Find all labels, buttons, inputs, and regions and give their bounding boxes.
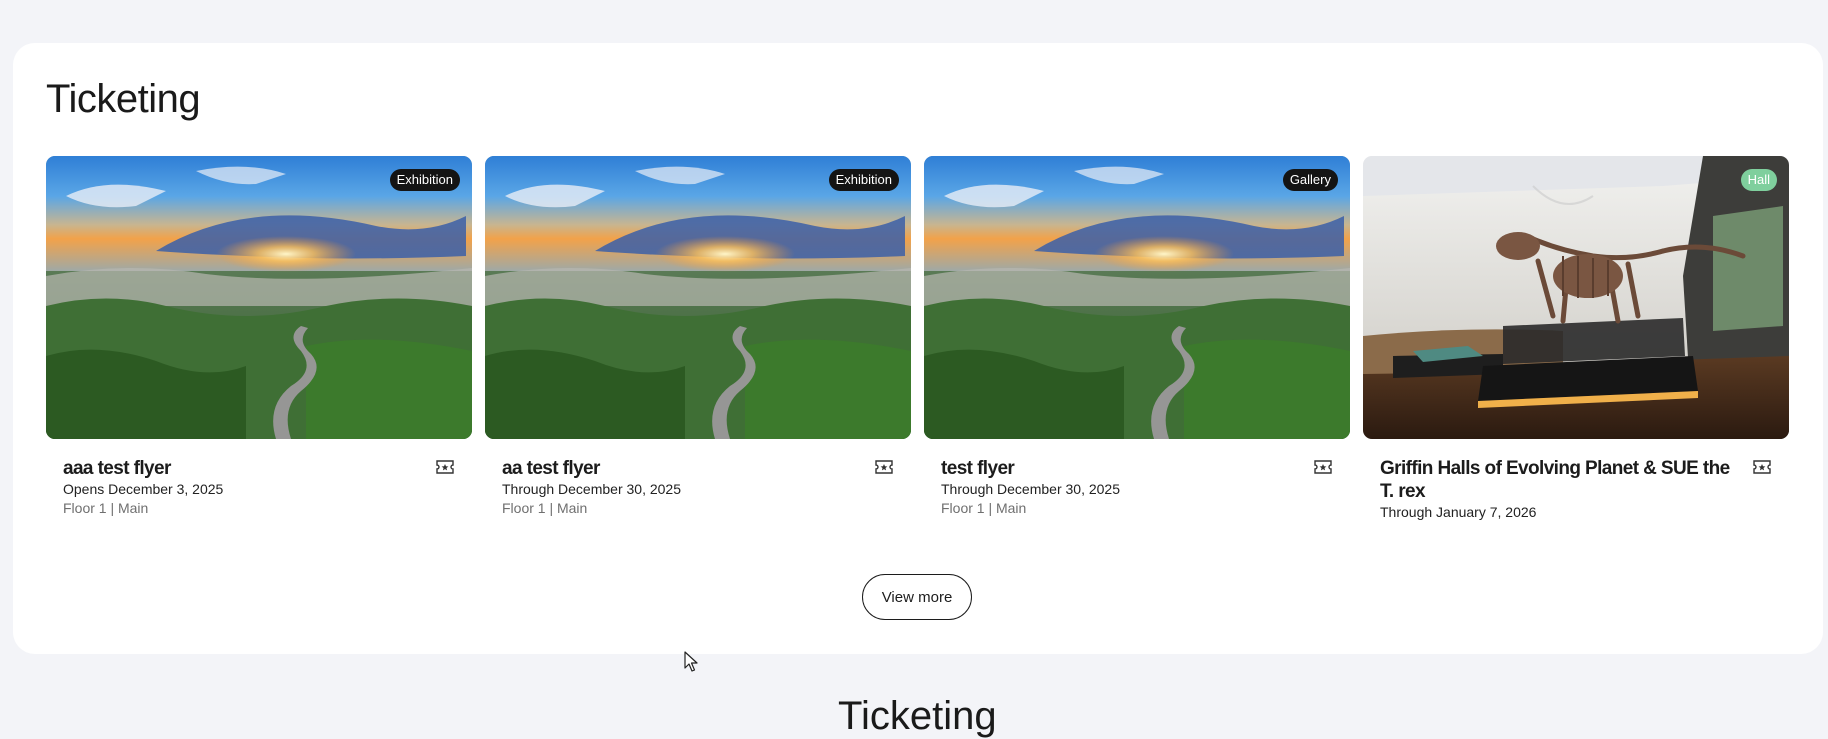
event-title[interactable]: Griffin Halls of Evolving Planet & SUE t… (1380, 457, 1773, 503)
ticket-icon[interactable] (875, 460, 893, 474)
view-more-button[interactable]: View more (862, 574, 972, 620)
event-date: Opens December 3, 2025 (63, 481, 224, 497)
event-tile[interactable]: Exhibition aa test flyer Through Decembe… (485, 156, 911, 516)
event-date: Through January 7, 2026 (1380, 504, 1537, 520)
event-image-sunrise-over-rainforest[interactable]: Exhibition (46, 156, 472, 439)
event-tile[interactable]: Gallery test flyer Through December 30, … (924, 156, 1350, 516)
category-badge: Exhibition (828, 169, 899, 191)
ticketing-section: Ticketing Exhibition aaa test flyer Open… (13, 43, 1823, 654)
category-badge: Gallery (1282, 169, 1338, 191)
event-info: test flyer Through December 30, 2025 Flo… (924, 439, 1350, 518)
event-tile[interactable]: Hall Griffin Halls of Evolving Planet & … (1363, 156, 1789, 520)
section-title: Ticketing (46, 77, 201, 121)
ticket-tiles: Exhibition aaa test flyer Opens December… (46, 156, 1790, 520)
event-location: Floor 1 | Main (941, 500, 1027, 516)
event-title[interactable]: aa test flyer (502, 457, 895, 480)
event-image-t-rex-skeleton-hall[interactable]: Hall (1363, 156, 1789, 439)
event-title[interactable]: aaa test flyer (63, 457, 456, 480)
event-title[interactable]: test flyer (941, 457, 1334, 480)
event-location: Floor 1 | Main (63, 500, 149, 516)
event-image-sunrise-over-rainforest[interactable]: Gallery (924, 156, 1350, 439)
event-info: Griffin Halls of Evolving Planet & SUE t… (1363, 439, 1789, 522)
ticket-icon[interactable] (1753, 460, 1771, 474)
mouse-cursor-icon (684, 651, 698, 672)
category-badge: Exhibition (389, 169, 460, 191)
event-image-sunrise-over-rainforest[interactable]: Exhibition (485, 156, 911, 439)
event-location: Floor 1 | Main (502, 500, 588, 516)
event-tile[interactable]: Exhibition aaa test flyer Opens December… (46, 156, 472, 516)
event-date: Through December 30, 2025 (941, 481, 1120, 497)
event-info: aaa test flyer Opens December 3, 2025 Fl… (46, 439, 472, 518)
next-section-title: Ticketing (838, 694, 997, 738)
ticket-icon[interactable] (1314, 460, 1332, 474)
category-badge: Hall (1740, 169, 1777, 191)
event-date: Through December 30, 2025 (502, 481, 681, 497)
event-info: aa test flyer Through December 30, 2025 … (485, 439, 911, 518)
ticket-icon[interactable] (436, 460, 454, 474)
